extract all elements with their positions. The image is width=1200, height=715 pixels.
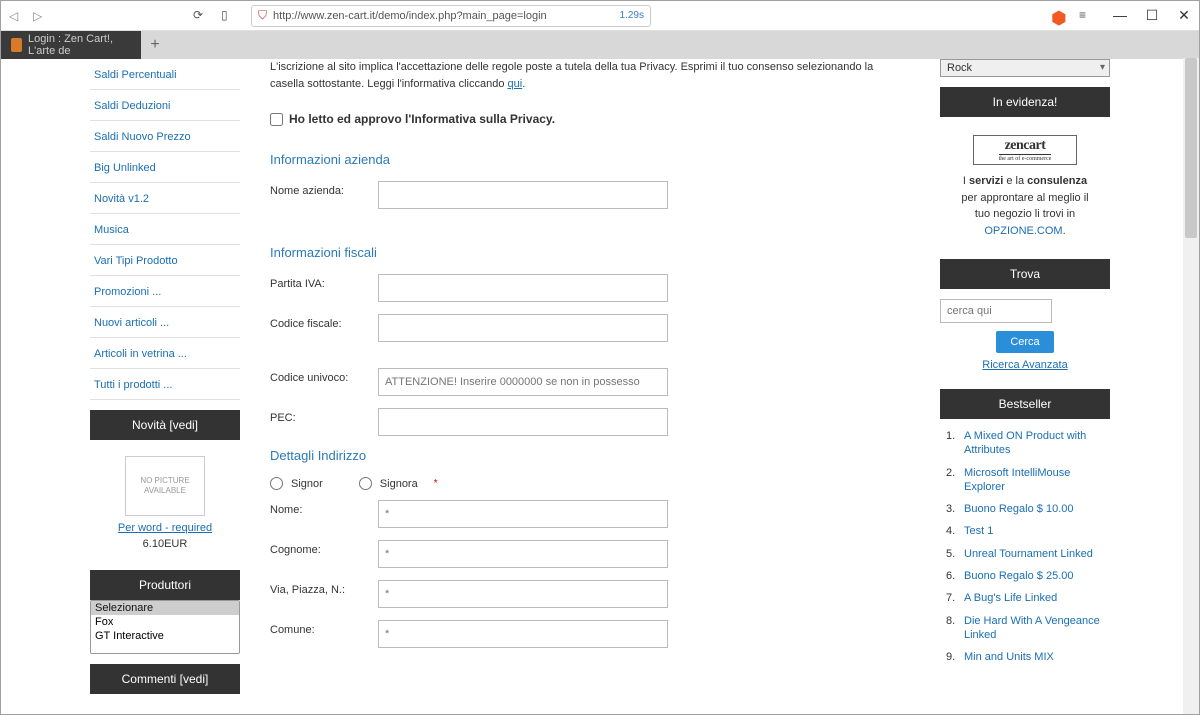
category-link[interactable]: Musica	[94, 224, 129, 236]
input-cu[interactable]	[378, 368, 668, 396]
minimize-button[interactable]: —	[1113, 7, 1127, 24]
search-input[interactable]	[940, 299, 1052, 323]
maximize-button[interactable]: ☐	[1145, 7, 1159, 24]
section-indirizzo: Dettagli Indirizzo	[270, 448, 910, 463]
load-time: 1.29s	[620, 10, 644, 21]
no-picture-placeholder: NO PICTURE AVAILABLE	[125, 456, 205, 516]
reload-icon[interactable]: ⟳	[193, 8, 209, 24]
category-link[interactable]: Articoli in vetrina ...	[94, 348, 187, 360]
label-cognome: Cognome:	[270, 540, 378, 556]
bookmark-icon[interactable]: ▯	[221, 8, 237, 24]
privacy-link[interactable]: qui	[508, 78, 523, 90]
menu-icon[interactable]: ≡	[1079, 8, 1095, 24]
address-bar[interactable]: ⛉ http://www.zen-cart.it/demo/index.php?…	[251, 5, 651, 27]
zencart-logo: zencart the art of e-commerce	[973, 135, 1077, 165]
bestseller-header: Bestseller	[940, 389, 1110, 419]
produttori-header: Produttori	[90, 570, 240, 600]
category-link[interactable]: Big Unlinked	[94, 162, 156, 174]
bestseller-link[interactable]: Buono Regalo $ 10.00	[964, 503, 1073, 515]
label-cf: Codice fiscale:	[270, 314, 378, 330]
category-link[interactable]: Saldi Nuovo Prezzo	[94, 131, 191, 143]
tab-title: Login : Zen Cart!, L'arte de	[28, 33, 131, 57]
featured-product-link[interactable]: Per word - required	[94, 522, 236, 534]
input-nome[interactable]	[378, 500, 668, 528]
input-pec[interactable]	[378, 408, 668, 436]
input-comune[interactable]	[378, 620, 668, 648]
favicon	[11, 38, 22, 52]
label-comune: Comune:	[270, 620, 378, 636]
advanced-search-link[interactable]: Ricerca Avanzata	[940, 359, 1110, 371]
category-link[interactable]: Vari Tipi Prodotto	[94, 255, 178, 267]
forward-icon[interactable]: ▷	[33, 9, 47, 23]
label-cu: Codice univoco:	[270, 368, 378, 384]
label-nome: Nome:	[270, 500, 378, 516]
commenti-header[interactable]: Commenti [vedi]	[90, 664, 240, 694]
bestseller-link[interactable]: Microsoft IntelliMouse Explorer	[964, 467, 1070, 493]
radio-signora[interactable]	[359, 477, 372, 490]
bestseller-list: A Mixed ON Product with Attributes Micros…	[940, 419, 1110, 675]
input-piva[interactable]	[378, 274, 668, 302]
category-link[interactable]: Tutti i prodotti ...	[94, 379, 172, 391]
scrollbar-thumb[interactable]	[1185, 58, 1197, 238]
category-link[interactable]: Novità v1.2	[94, 193, 149, 205]
category-list: Saldi Percentuali Saldi Deduzioni Saldi Nu…	[90, 59, 240, 400]
novita-header[interactable]: Novità [vedi]	[90, 410, 240, 440]
insecure-icon: ⛉	[258, 8, 267, 23]
evidenza-header: In evidenza!	[940, 87, 1110, 117]
label-nome-azienda: Nome azienda:	[270, 181, 378, 197]
category-link[interactable]: Nuovi articoli ...	[94, 317, 169, 329]
bestseller-link[interactable]: A Bug's Life Linked	[964, 592, 1057, 604]
opzione-link[interactable]: OPZIONE.COM	[984, 225, 1062, 237]
input-cognome[interactable]	[378, 540, 668, 568]
bestseller-link[interactable]: Unreal Tournament Linked	[964, 548, 1093, 560]
category-link[interactable]: Saldi Percentuali	[94, 69, 177, 81]
url-text: http://www.zen-cart.it/demo/index.php?ma…	[273, 10, 547, 22]
promo-text: I servizi e la consulenza per approntare…	[944, 173, 1106, 239]
page-viewport: Saldi Percentuali Saldi Deduzioni Saldi Nu…	[1, 59, 1199, 714]
browser-tab[interactable]: Login : Zen Cart!, L'arte de	[1, 31, 141, 59]
genre-dropdown[interactable]: Rock	[940, 59, 1110, 77]
trova-header: Trova	[940, 259, 1110, 289]
label-pec: PEC:	[270, 408, 378, 424]
input-cf[interactable]	[378, 314, 668, 342]
tab-bar: Login : Zen Cart!, L'arte de +	[1, 31, 1199, 59]
back-icon[interactable]: ◁	[9, 9, 23, 23]
bestseller-link[interactable]: Die Hard With A Vengeance Linked	[964, 615, 1100, 641]
bestseller-link[interactable]: A Mixed ON Product with Attributes	[964, 430, 1086, 456]
privacy-checkbox[interactable]	[270, 113, 283, 126]
bestseller-link[interactable]: Buono Regalo $ 25.00	[964, 570, 1073, 582]
category-link[interactable]: Promozioni ...	[94, 286, 161, 298]
privacy-checkbox-label: Ho letto ed approvo l'Informativa sulla …	[289, 112, 555, 126]
section-azienda: Informazioni azienda	[270, 152, 910, 167]
privacy-note: L'iscrizione al sito implica l'accettazi…	[270, 59, 910, 92]
new-tab-button[interactable]: +	[141, 31, 169, 59]
input-nome-azienda[interactable]	[378, 181, 668, 209]
section-fiscali: Informazioni fiscali	[270, 245, 910, 260]
featured-product-price: 6.10EUR	[94, 538, 236, 550]
close-button[interactable]: ✕	[1177, 7, 1191, 24]
category-link[interactable]: Saldi Deduzioni	[94, 100, 170, 112]
radio-signor[interactable]	[270, 477, 283, 490]
scrollbar[interactable]	[1183, 58, 1199, 714]
manufacturer-select[interactable]: SelezionareFoxGT Interactive	[90, 600, 240, 654]
bestseller-link[interactable]: Min and Units MIX	[964, 651, 1054, 663]
bestseller-link[interactable]: Test 1	[964, 525, 993, 537]
browser-titlebar: ◁ ▷ ⟳ ▯ ⛉ http://www.zen-cart.it/demo/in…	[1, 1, 1199, 31]
label-piva: Partita IVA:	[270, 274, 378, 290]
input-via[interactable]	[378, 580, 668, 608]
search-button[interactable]: Cerca	[996, 331, 1053, 353]
brave-icon[interactable]: ⬢	[1051, 8, 1067, 24]
label-via: Via, Piazza, N.:	[270, 580, 378, 596]
